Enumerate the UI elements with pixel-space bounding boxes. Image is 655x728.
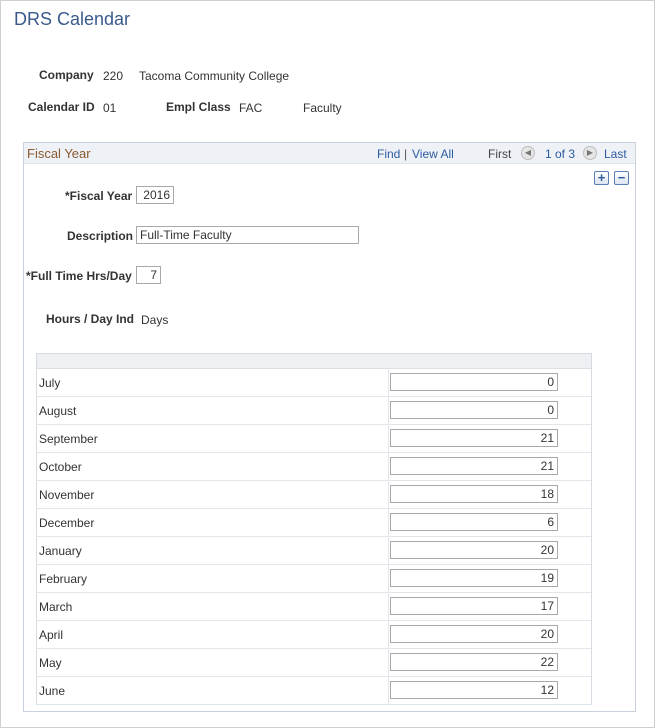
fiscal-year-panel: Fiscal Year Find | View All First ◀ 1 of… [23, 142, 636, 712]
table-row: July 0 [37, 369, 591, 397]
empl-class-code: FAC [239, 101, 263, 115]
description-input[interactable]: Full-Time Faculty [136, 226, 359, 244]
column-divider [388, 565, 389, 592]
months-grid: July 0 August 0 September 21 October 21 November… [36, 353, 592, 705]
month-label: June [39, 684, 66, 698]
table-row: March 17 [37, 593, 591, 621]
table-row: February 19 [37, 565, 591, 593]
empl-class-name: Faculty [303, 101, 342, 115]
column-divider [388, 537, 389, 564]
month-label: April [39, 628, 64, 642]
table-row: November 18 [37, 481, 591, 509]
month-days-input[interactable]: 20 [390, 625, 558, 643]
column-divider [388, 425, 389, 452]
month-label: September [39, 432, 98, 446]
table-row: June 12 [37, 677, 591, 705]
fiscal-year-input[interactable]: 2016 [136, 186, 174, 204]
row-counter: 1 of 3 [545, 147, 576, 161]
add-row-button[interactable]: + [594, 171, 609, 185]
month-label: February [39, 572, 88, 586]
month-label: August [39, 404, 77, 418]
hrs-day-input[interactable]: 7 [136, 266, 161, 284]
panel-title: Fiscal Year [27, 146, 91, 161]
month-label: July [39, 376, 61, 390]
page-frame: DRS Calendar Company 220 Tacoma Communit… [0, 0, 655, 728]
hours-day-ind-label: Hours / Day Ind [46, 312, 135, 326]
column-divider [388, 593, 389, 620]
column-divider [388, 397, 389, 424]
month-days-input[interactable]: 12 [390, 681, 558, 699]
table-row: September 21 [37, 425, 591, 453]
month-days-input[interactable]: 17 [390, 597, 558, 615]
month-days-input[interactable]: 6 [390, 513, 558, 531]
month-days-input[interactable]: 21 [390, 429, 558, 447]
company-label: Company [39, 68, 94, 82]
page-title: DRS Calendar [14, 9, 131, 29]
month-days-input[interactable]: 22 [390, 653, 558, 671]
next-icon[interactable]: ▶ [583, 146, 597, 160]
table-row: April 20 [37, 621, 591, 649]
hrs-day-label: *Full Time Hrs/Day [26, 269, 132, 283]
column-divider [388, 509, 389, 536]
month-label: October [39, 460, 82, 474]
panel-header: Fiscal Year Find | View All First ◀ 1 of… [24, 143, 635, 164]
column-divider [388, 369, 389, 396]
first-label: First [488, 147, 512, 161]
month-label: November [39, 488, 95, 502]
month-label: January [39, 544, 82, 558]
hours-day-ind-value: Days [141, 313, 169, 327]
fiscal-year-label: *Fiscal Year [65, 189, 133, 203]
month-label: March [39, 600, 73, 614]
month-label: December [39, 516, 95, 530]
table-row: August 0 [37, 397, 591, 425]
month-label: May [39, 656, 62, 670]
month-days-input[interactable]: 0 [390, 373, 558, 391]
delete-row-button[interactable]: − [614, 171, 629, 185]
month-days-input[interactable]: 21 [390, 457, 558, 475]
month-days-input[interactable]: 20 [390, 541, 558, 559]
month-days-input[interactable]: 18 [390, 485, 558, 503]
header-separator: | [404, 147, 408, 161]
calendar-id-value: 01 [103, 101, 117, 115]
column-divider [388, 481, 389, 508]
calendar-id-label: Calendar ID [28, 100, 95, 114]
table-row: January 20 [37, 537, 591, 565]
grid-header [37, 354, 591, 369]
company-name: Tacoma Community College [139, 69, 290, 83]
month-days-input[interactable]: 0 [390, 401, 558, 419]
column-divider [388, 649, 389, 676]
last-link[interactable]: Last [604, 147, 627, 161]
column-divider [388, 677, 389, 704]
table-row: December 6 [37, 509, 591, 537]
empl-class-label: Empl Class [166, 100, 231, 114]
table-row: May 22 [37, 649, 591, 677]
month-days-input[interactable]: 19 [390, 569, 558, 587]
description-label: Description [67, 229, 134, 243]
view-all-link[interactable]: View All [412, 147, 454, 161]
column-divider [388, 621, 389, 648]
column-divider [388, 453, 389, 480]
find-link[interactable]: Find [377, 147, 400, 161]
previous-icon[interactable]: ◀ [521, 146, 535, 160]
table-row: October 21 [37, 453, 591, 481]
company-code: 220 [103, 69, 124, 83]
